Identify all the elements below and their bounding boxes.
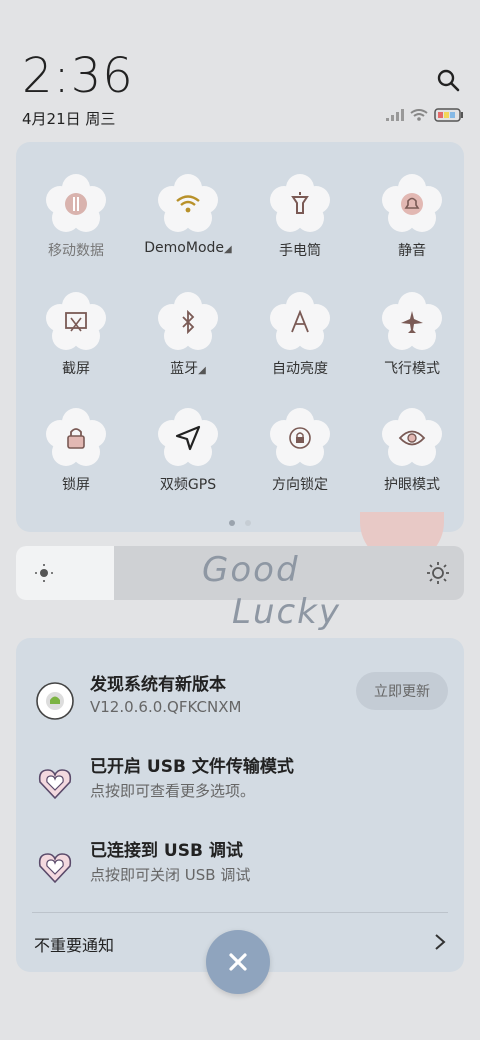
heart-sticker-icon <box>38 769 72 800</box>
screenshot-icon <box>46 292 106 350</box>
tile-label: 蓝牙 <box>170 361 199 377</box>
notification-subtitle: 点按即可关闭 USB 调试 <box>90 866 251 884</box>
notification-usb-debug[interactable]: 已连接到 USB 调试 点按即可关闭 USB 调试 <box>16 834 464 904</box>
notification-subtitle: V12.0.6.0.QFKCNXM <box>90 698 242 716</box>
eye-icon <box>382 408 442 466</box>
tile-label: 锁屏 <box>62 477 90 493</box>
page-dot <box>245 520 251 526</box>
notification-usb-transfer[interactable]: 已开启 USB 文件传输模式 点按即可查看更多选项。 <box>16 750 464 820</box>
expand-arrow-icon: ◢ <box>224 244 232 255</box>
tile-auto-brightness[interactable]: 自动亮度 <box>244 292 356 378</box>
tile-screenshot[interactable]: 截屏 <box>20 292 132 378</box>
tile-label: 移动数据 <box>48 243 104 259</box>
brightness-fill <box>16 546 114 600</box>
clear-all-button[interactable] <box>206 930 270 994</box>
tile-label: 手电筒 <box>279 243 321 259</box>
chevron-right-icon[interactable] <box>432 932 448 952</box>
page-dot-active <box>229 520 235 526</box>
rotation-lock-icon <box>270 408 330 466</box>
tile-label: DemoMode <box>144 240 225 256</box>
wallpaper-text: Lucky <box>232 592 341 632</box>
expand-arrow-icon: ◢ <box>198 365 206 376</box>
flashlight-icon <box>270 174 330 232</box>
airplane-icon <box>382 292 442 350</box>
bluetooth-icon <box>158 292 218 350</box>
tile-label: 双频GPS <box>159 477 217 493</box>
tile-label: 截屏 <box>62 361 90 377</box>
update-now-button[interactable]: 立即更新 <box>356 672 448 710</box>
tile-label: 静音 <box>398 243 426 259</box>
quick-settings-panel: 移动数据 DemoMode◢ 手电筒 静音 截屏 蓝牙◢ 自动亮度 飞行模式 锁… <box>16 142 464 532</box>
tile-label: 方向锁定 <box>272 477 328 493</box>
android-update-icon <box>36 682 74 720</box>
heart-sticker-icon <box>38 853 72 884</box>
wallpaper-text: Good <box>202 550 300 590</box>
tile-lock-screen[interactable]: 锁屏 <box>20 408 132 494</box>
minor-notifications-link[interactable]: 不重要通知 <box>34 932 114 956</box>
brightness-high-icon <box>427 562 449 584</box>
tile-label: 护眼模式 <box>384 477 440 493</box>
notification-panel: 发现系统有新版本 V12.0.6.0.QFKCNXM 立即更新 已开启 USB … <box>16 638 464 972</box>
battery-icon <box>434 108 463 122</box>
bell-icon <box>382 174 442 232</box>
auto-brightness-icon <box>270 292 330 350</box>
mobile-data-icon <box>46 174 106 232</box>
tile-bluetooth[interactable]: 蓝牙◢ <box>132 292 244 378</box>
tile-rotation-lock[interactable]: 方向锁定 <box>244 408 356 494</box>
wifi-icon <box>158 174 218 232</box>
tile-label: 飞行模式 <box>384 361 440 377</box>
tile-eye-care[interactable]: 护眼模式 <box>356 408 468 494</box>
notification-title: 发现系统有新版本 <box>90 675 226 695</box>
tile-mute[interactable]: 静音 <box>356 174 468 260</box>
date: 4月21日 周三 <box>22 110 116 128</box>
divider <box>32 912 448 913</box>
notification-title: 已开启 USB 文件传输模式 <box>90 757 294 777</box>
wifi-icon <box>410 109 428 121</box>
signal-icon <box>386 109 404 121</box>
brightness-low-icon <box>35 564 53 582</box>
tile-airplane[interactable]: 飞行模式 <box>356 292 468 378</box>
gps-icon <box>158 408 218 466</box>
notification-title: 已连接到 USB 调试 <box>90 841 243 861</box>
notification-system-update[interactable]: 发现系统有新版本 V12.0.6.0.QFKCNXM 立即更新 <box>16 668 464 738</box>
tile-label: 自动亮度 <box>272 361 328 377</box>
tile-gps[interactable]: 双频GPS <box>132 408 244 494</box>
close-icon <box>229 953 247 971</box>
tile-demomode[interactable]: DemoMode◢ <box>132 174 244 256</box>
status-icons <box>386 108 464 122</box>
lock-icon <box>46 408 106 466</box>
search-icon[interactable] <box>436 68 460 92</box>
notification-subtitle: 点按即可查看更多选项。 <box>90 782 256 800</box>
tile-flashlight[interactable]: 手电筒 <box>244 174 356 260</box>
tile-mobile-data[interactable]: 移动数据 <box>20 174 132 260</box>
clock: 2:36 <box>22 48 134 104</box>
